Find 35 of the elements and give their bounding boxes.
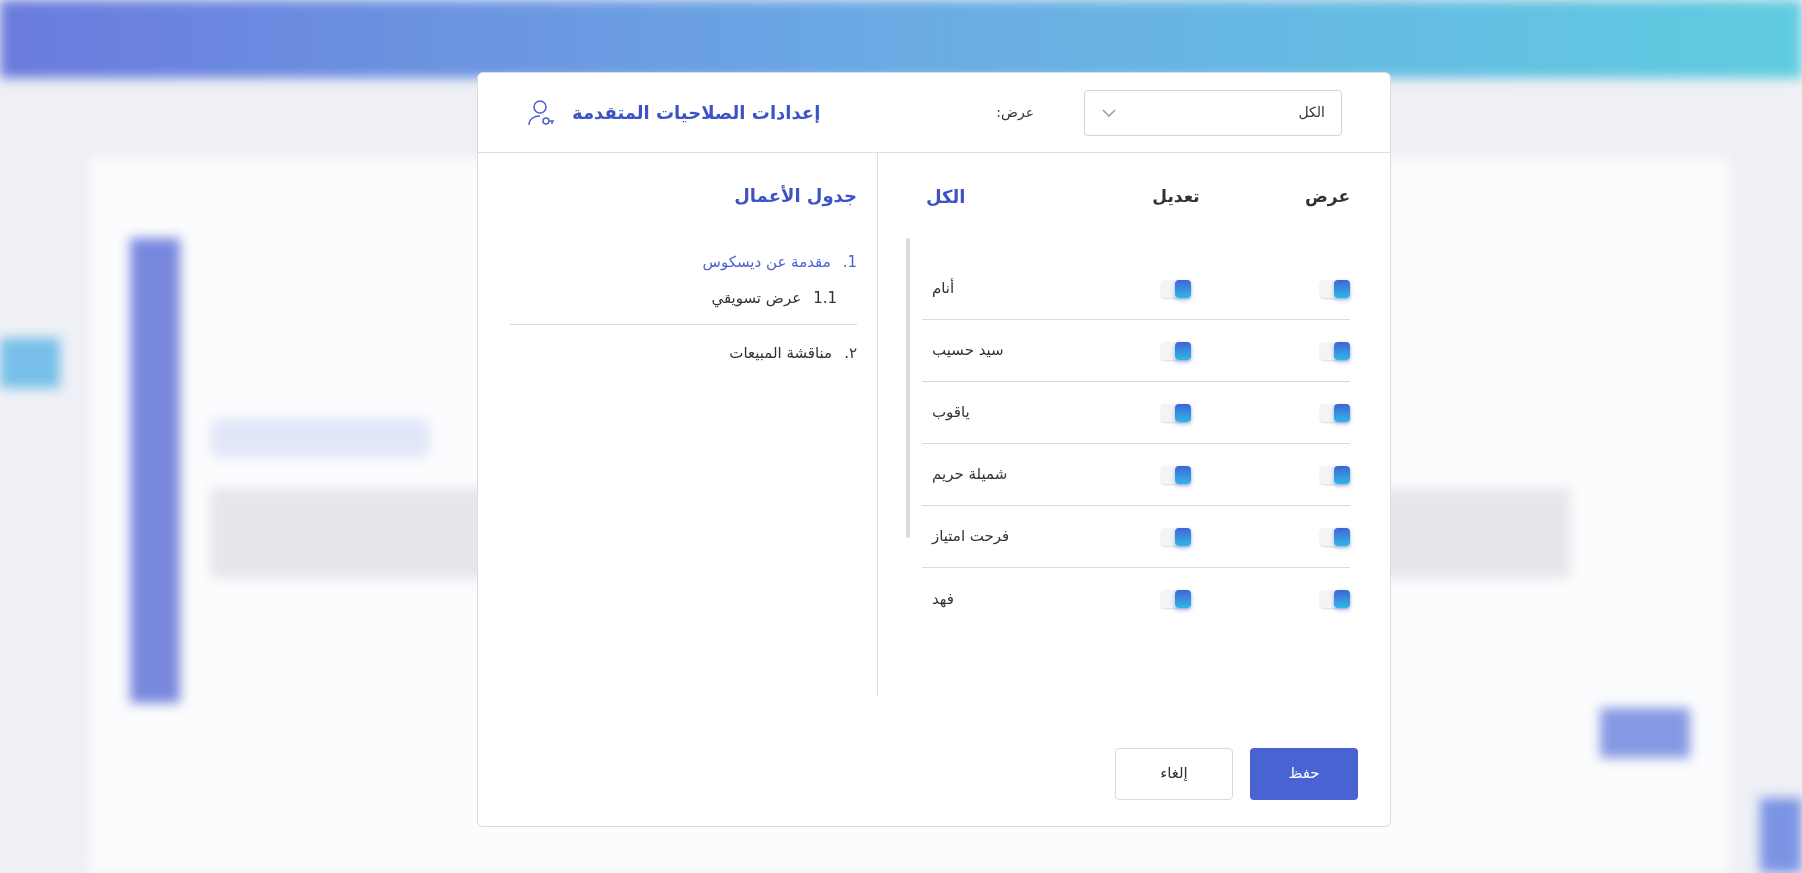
cancel-button[interactable]: إلغاء xyxy=(1115,747,1233,800)
toggle-switch[interactable] xyxy=(1320,403,1350,422)
chevron-down-icon xyxy=(1101,107,1117,118)
toggle-switch[interactable] xyxy=(1320,341,1350,360)
agenda-item-number: 1. xyxy=(842,251,857,273)
save-button[interactable]: حفظ xyxy=(1250,747,1358,800)
agenda-item[interactable]: مناقشة المبيعات xyxy=(729,341,833,365)
toggle-switch[interactable] xyxy=(1320,527,1350,546)
toggle-switch[interactable] xyxy=(1161,279,1191,298)
agenda-item[interactable]: مقدمة عن ديسكوس xyxy=(702,250,831,274)
user-name: أنام xyxy=(932,277,955,300)
dialog-title: إعدادات الصلاحيات المتقدمة xyxy=(572,101,821,125)
toggle-switch[interactable] xyxy=(1320,465,1350,484)
column-header: تعديل xyxy=(1151,184,1201,208)
toggle-switch[interactable] xyxy=(1161,590,1191,608)
user-name: ياقوب xyxy=(932,402,970,424)
view-select[interactable]: الكل xyxy=(1084,89,1342,136)
toggle-switch[interactable] xyxy=(1161,527,1191,546)
toggle-switch[interactable] xyxy=(1320,590,1350,608)
agenda-item-number: ٢. xyxy=(844,342,857,364)
user-key-icon xyxy=(526,98,556,127)
user-name: فهد xyxy=(932,588,954,610)
user-name: شميلة حريم xyxy=(932,464,1008,486)
agenda-title: جدول الأعمال xyxy=(734,184,857,209)
agenda-item[interactable]: عرض تسويقي xyxy=(711,286,802,310)
filter-label: عرض: xyxy=(996,103,1034,123)
user-name: سيد حسيب xyxy=(932,340,1004,362)
user-name: فرحت امتياز xyxy=(932,526,1010,548)
toggle-switch[interactable] xyxy=(1320,279,1350,298)
toggle-switch[interactable] xyxy=(1161,465,1191,484)
toggle-switch[interactable] xyxy=(1161,341,1191,360)
column-header: الكل xyxy=(926,185,966,209)
column-header: عرض xyxy=(1303,184,1350,209)
toggle-switch[interactable] xyxy=(1161,403,1191,422)
agenda-item-number: 1.1 xyxy=(813,287,837,309)
